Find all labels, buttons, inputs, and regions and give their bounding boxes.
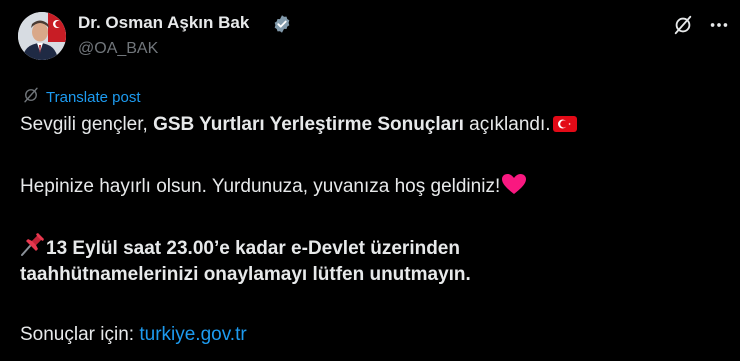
post-greeting: Sevgili gençler, <box>20 114 154 135</box>
turkey-flag-emoji <box>551 115 577 140</box>
post-card: Dr. Osman Aşkın Bak @OA_BAK Translate po… <box>0 0 740 361</box>
post-text-line-4: taahhütnamelerinizi onaylamayı lütfen un… <box>20 263 471 287</box>
avatar-photo <box>18 12 66 60</box>
post-text-line-2: Hepinize hayırlı olsun. Yurdunuza, yuvan… <box>20 173 527 202</box>
post-text-line-3: 13 Eylül saat 23.00’e kadar e-Devlet üze… <box>20 233 460 264</box>
author-name[interactable]: Dr. Osman Aşkın Bak <box>78 13 249 33</box>
post-results-title: GSB Yurtları Yerleştirme Sonuçları <box>153 114 464 135</box>
results-link[interactable]: turkiye.gov.tr <box>139 324 246 345</box>
red-heart-emoji <box>500 173 527 202</box>
post-welcome-text: Hepinize hayırlı olsun. Yurdunuza, yuvan… <box>20 176 501 197</box>
post-text-line-1: Sevgili gençler, GSB Yurtları Yerleştirm… <box>20 113 577 140</box>
post-reminder-text: taahhütnamelerinizi onaylamayı lütfen un… <box>20 264 471 285</box>
verified-badge-icon <box>272 14 292 34</box>
more-options-icon[interactable] <box>708 14 730 36</box>
grok-icon[interactable] <box>672 14 694 36</box>
translate-post-button[interactable]: Translate post <box>22 86 141 109</box>
post-results-label: Sonuçlar için: <box>20 324 140 345</box>
author-avatar[interactable] <box>18 12 66 60</box>
post-deadline-text: 13 Eylül saat 23.00’e kadar e-Devlet üze… <box>46 238 460 259</box>
translate-icon <box>22 86 40 109</box>
pushpin-emoji <box>20 233 46 264</box>
post-text-line-5: Sonuçlar için: turkiye.gov.tr <box>20 323 247 347</box>
translate-post-label: Translate post <box>46 89 141 106</box>
author-handle[interactable]: @OA_BAK <box>78 40 158 58</box>
post-announced: açıklandı. <box>463 114 551 135</box>
